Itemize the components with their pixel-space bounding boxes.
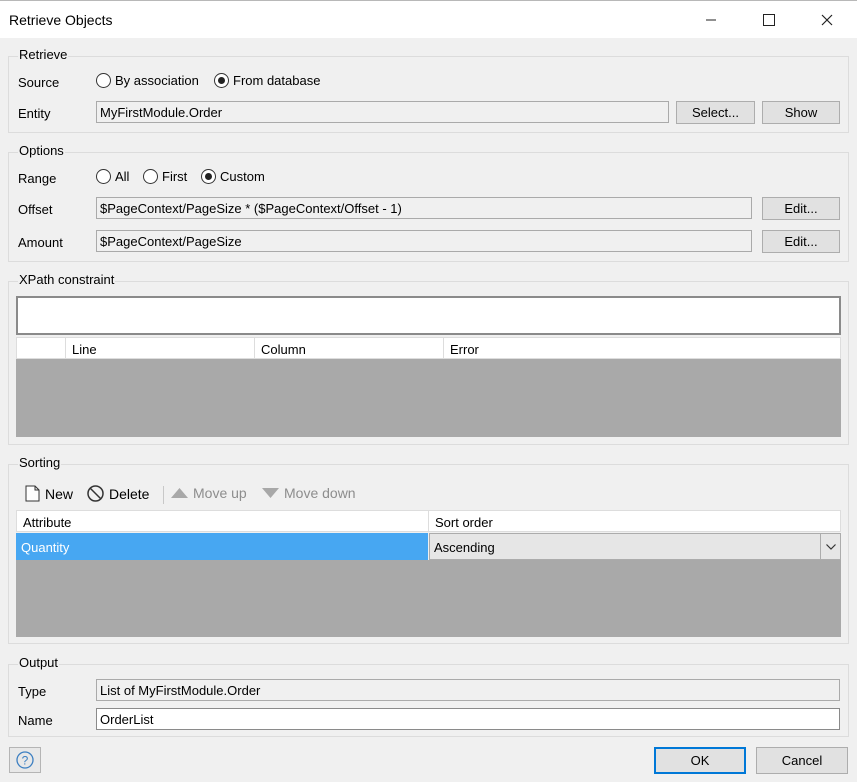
amount-label: Amount: [18, 235, 63, 250]
name-label: Name: [18, 713, 53, 728]
minimize-button[interactable]: [682, 1, 740, 39]
type-field: List of MyFirstModule.Order: [96, 679, 840, 701]
column-header-attribute[interactable]: Attribute: [17, 511, 429, 531]
title-bar: Retrieve Objects: [0, 0, 857, 38]
delete-icon: [87, 485, 104, 502]
maximize-icon: [763, 14, 775, 26]
entity-field[interactable]: MyFirstModule.Order: [96, 101, 669, 123]
radio-range-first[interactable]: First: [143, 169, 187, 184]
xpath-editor[interactable]: [16, 296, 841, 335]
help-icon: ?: [16, 751, 34, 769]
radio-by-association[interactable]: By association: [96, 73, 199, 88]
close-icon: [821, 14, 833, 26]
sorting-group-title: Sorting: [18, 455, 62, 470]
output-name-field[interactable]: OrderList: [96, 708, 840, 730]
radio-circle: [143, 169, 158, 184]
new-label: New: [45, 485, 74, 502]
offset-label: Offset: [18, 202, 53, 217]
radio-label: First: [162, 169, 188, 184]
edit-offset-button[interactable]: Edit...: [762, 197, 840, 220]
delete-label: Delete: [109, 485, 150, 502]
xpath-error-grid-body: [16, 359, 841, 437]
sorting-grid-header: Attribute Sort order: [16, 510, 841, 532]
radio-range-all[interactable]: All: [96, 169, 129, 184]
sorting-grid-body: [16, 560, 841, 637]
radio-range-custom[interactable]: Custom: [201, 169, 265, 184]
radio-label: Custom: [220, 169, 265, 184]
arrow-up-icon: [171, 488, 188, 498]
move-up-label: Move up: [193, 485, 247, 501]
column-header-column[interactable]: Column: [255, 338, 444, 358]
radio-circle: [96, 73, 111, 88]
column-header[interactable]: [17, 338, 66, 358]
xpath-error-grid-header: Line Column Error: [16, 337, 841, 359]
dropdown-button[interactable]: [820, 534, 840, 559]
radio-label: By association: [115, 73, 199, 88]
arrow-down-icon: [262, 488, 279, 498]
chevron-down-icon: [825, 543, 836, 550]
close-button[interactable]: [798, 1, 856, 39]
entity-label: Entity: [18, 106, 51, 121]
minimize-icon: [706, 19, 716, 21]
column-header-line[interactable]: Line: [66, 338, 255, 358]
edit-amount-button[interactable]: Edit...: [762, 230, 840, 253]
move-up-button[interactable]: Move up: [171, 485, 247, 501]
cancel-button[interactable]: Cancel: [756, 747, 848, 774]
delete-button[interactable]: Delete: [87, 485, 149, 502]
table-row-attribute-cell[interactable]: Quantity: [16, 533, 428, 560]
sort-order-select[interactable]: Ascending: [429, 533, 841, 560]
new-document-icon: [25, 485, 40, 502]
range-label: Range: [18, 171, 57, 186]
svg-text:?: ?: [22, 754, 29, 768]
move-down-label: Move down: [284, 485, 356, 501]
radio-from-database[interactable]: From database: [214, 73, 320, 88]
toolbar-divider: [163, 486, 164, 504]
sort-order-value: Ascending: [434, 540, 495, 555]
radio-circle-selected: [201, 169, 216, 184]
maximize-button[interactable]: [740, 1, 798, 39]
retrieve-group-title: Retrieve: [18, 47, 69, 62]
options-group-title: Options: [18, 143, 65, 158]
xpath-group-title: XPath constraint: [18, 272, 116, 287]
radio-circle: [96, 169, 111, 184]
window-title: Retrieve Objects: [9, 12, 113, 28]
select-entity-button[interactable]: Select...: [676, 101, 755, 124]
amount-field[interactable]: $PageContext/PageSize: [96, 230, 752, 252]
show-entity-button[interactable]: Show: [762, 101, 840, 124]
source-label: Source: [18, 75, 60, 90]
radio-label: All: [115, 169, 130, 184]
output-group-title: Output: [18, 655, 60, 670]
type-label: Type: [18, 684, 47, 699]
radio-label: From database: [233, 73, 321, 88]
offset-field[interactable]: $PageContext/PageSize * ($PageContext/Of…: [96, 197, 752, 219]
radio-circle-selected: [214, 73, 229, 88]
column-header-error[interactable]: Error: [444, 338, 840, 358]
move-down-button[interactable]: Move down: [262, 485, 356, 501]
column-header-sort-order[interactable]: Sort order: [429, 511, 840, 531]
ok-button[interactable]: OK: [654, 747, 746, 774]
help-button[interactable]: ?: [9, 747, 41, 773]
new-button[interactable]: New: [25, 485, 73, 502]
